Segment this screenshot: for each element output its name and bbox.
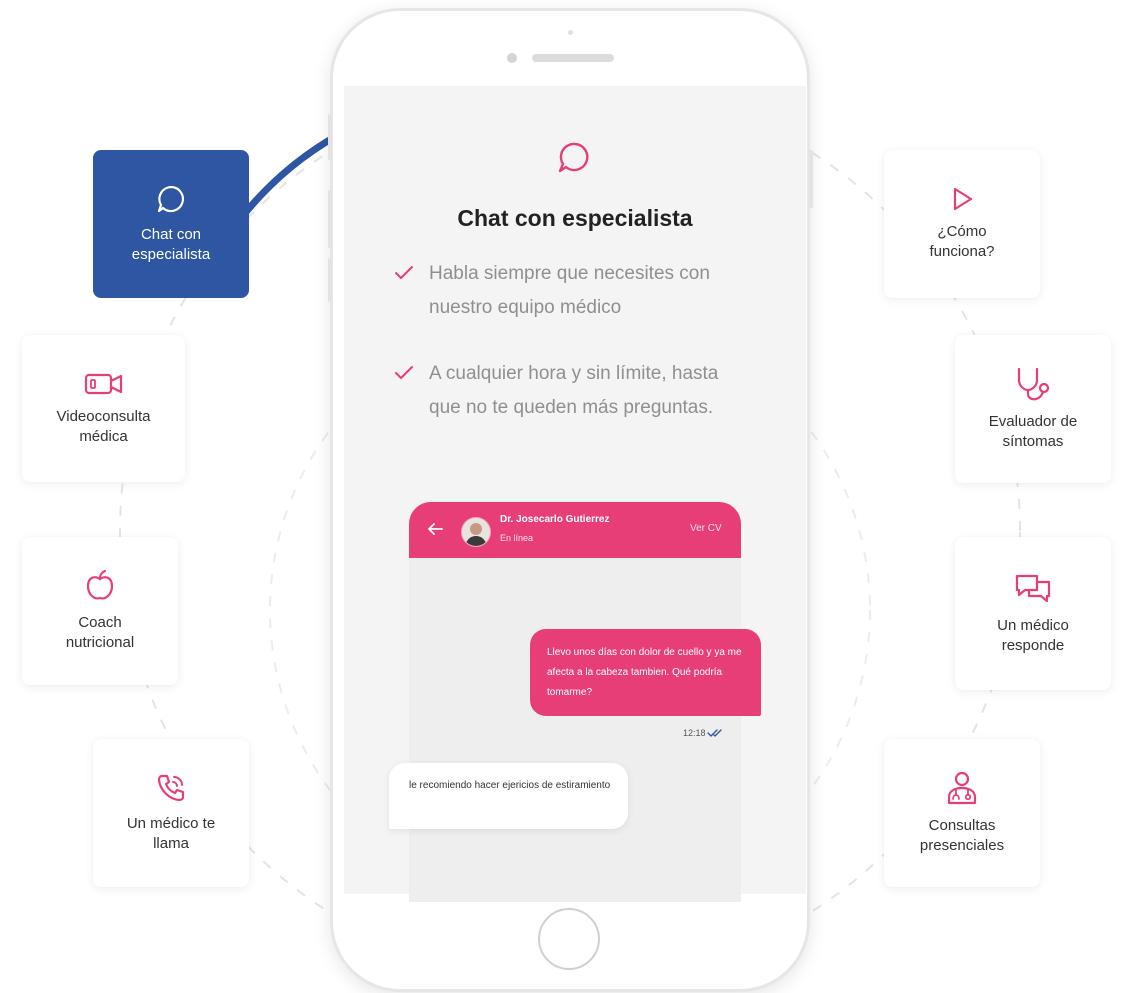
play-icon [953,187,973,211]
doctor-avatar-image [462,518,490,546]
card-como-funciona[interactable]: ¿Cómo funciona? [884,150,1040,298]
doctor-icon [947,771,977,805]
card-label: Un médico responde [997,616,1069,654]
message-time: 12:18 [683,728,706,738]
ver-cv-link[interactable]: Ver CV [690,523,722,534]
phone-side-button [328,114,332,160]
bullet-item: A cualquier hora y sin límite, hasta que… [395,357,735,425]
bullet-text: Habla siempre que necesites con nuestro … [429,263,710,318]
incoming-message: le recomiendo hacer ejericios de estiram… [389,763,628,829]
card-coach-nutricional[interactable]: Coach nutricional [22,537,178,685]
card-videoconsulta[interactable]: Videoconsulta médica [22,335,185,482]
screen-title: Chat con especialista [457,205,693,231]
chat-bubble-icon [157,185,185,213]
card-label: Un médico te llama [126,815,216,852]
stethoscope-icon [1017,367,1050,401]
doctor-avatar [461,517,491,547]
doctor-name: Dr. Josecarlo Gutierrez [500,514,610,525]
card-evaluador-sintomas[interactable]: Evaluador de síntomas [955,335,1111,483]
bullet-item: Habla siempre que necesites con nuestro … [395,257,735,325]
phone-volume-down [328,258,332,302]
phone-camera [507,53,517,63]
card-medico-llama[interactable]: Un médico te llama [93,739,249,887]
active-connector-line [242,131,342,216]
chat-bubbles-icon [1015,574,1051,602]
phone-speaker [532,54,614,62]
card-label: ¿Cómo funciona? [929,223,995,260]
doctor-status: En línea [500,533,534,543]
read-ticks-icon [707,729,722,737]
phone-sensor [568,30,573,35]
phone-home-button[interactable] [538,908,600,970]
apple-icon [86,569,114,600]
card-chat-especialista[interactable]: Chat con especialista [93,150,249,298]
card-label: Videoconsulta médica [56,407,151,445]
video-camera-icon [84,373,122,394]
phone-call-icon [157,774,185,802]
outgoing-message: Llevo unos días con dolor de cuello y ya… [530,629,761,716]
check-icon [395,266,413,279]
card-consultas-presenciales[interactable]: Consultas presenciales [884,739,1040,887]
back-arrow-icon[interactable] [427,522,443,536]
card-label: Chat con especialista [131,226,211,263]
chat-bubble-icon [558,142,589,173]
card-label: Evaluador de síntomas [988,413,1078,450]
check-icon [395,366,413,379]
phone-power-button [809,150,813,208]
card-label: Consultas presenciales [919,817,1005,854]
phone-volume-up [328,190,332,248]
card-medico-responde[interactable]: Un médico responde [955,537,1111,690]
card-label: Coach nutricional [65,614,135,651]
bullet-text: A cualquier hora y sin límite, hasta que… [429,363,719,418]
